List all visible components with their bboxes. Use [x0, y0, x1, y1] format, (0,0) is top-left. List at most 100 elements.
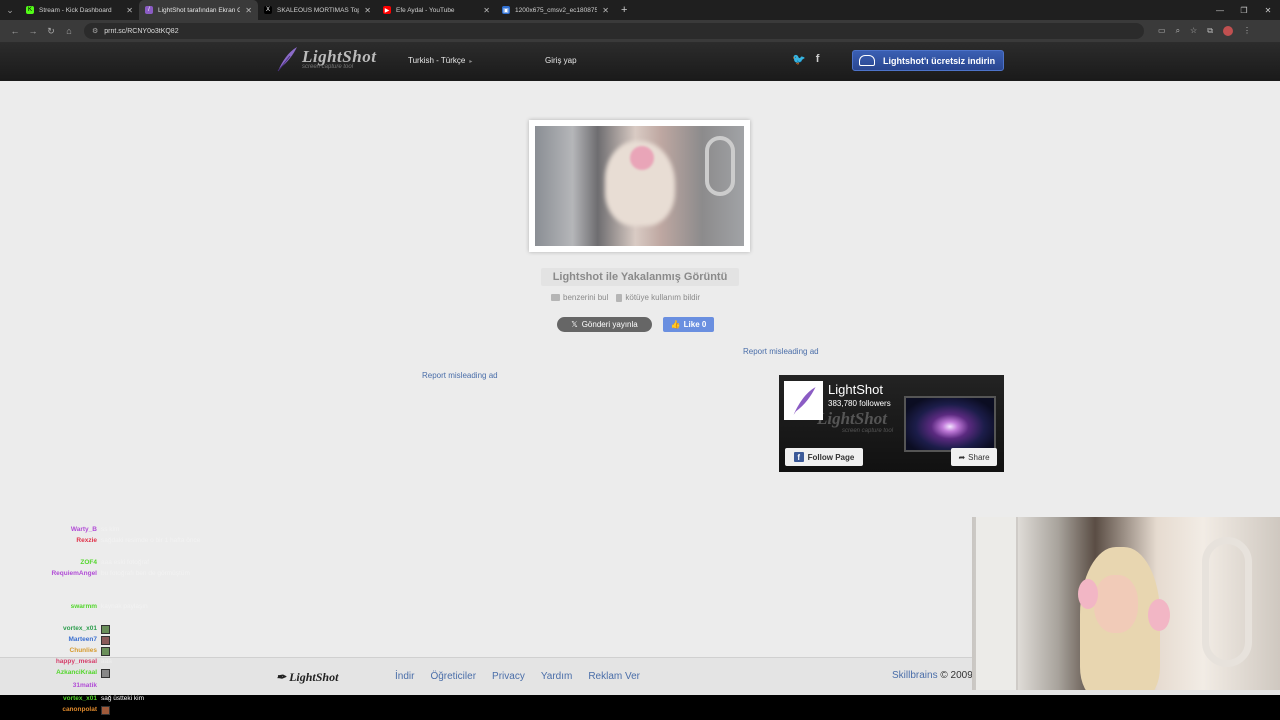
image-icon: ▣ — [502, 6, 510, 14]
tab-x-community[interactable]: X SKALEOUS MORTIMAS Topluluk... ✕ — [258, 0, 377, 20]
page-title: Lightshot ile Yakalanmış Görüntü — [541, 268, 739, 286]
chat-message: bu fotoğrafı ben de görmüştüm — [101, 570, 190, 577]
chat-line: Rexzie sağdaki resimde o bir 1 hafta önce — [0, 537, 270, 548]
tab-youtube[interactable]: ▶ Efe Aydal - YouTube ✕ — [377, 0, 496, 20]
toolbar-icons: ▭ ⌕ ☆ ⧉ ⋮ — [1158, 26, 1251, 36]
youtube-icon: ▶ — [383, 6, 391, 14]
chat-line: 31matik — [0, 682, 270, 693]
chat-line: Marteen7 — [0, 636, 270, 647]
chat-username: 31matik — [72, 682, 97, 689]
emote-icon — [101, 636, 110, 645]
cover-logo-subtitle: screen capture tool — [842, 428, 894, 434]
tab-kick-dashboard[interactable]: K Stream - Kick Dashboard ✕ — [20, 0, 139, 20]
chat-username: canonpolat — [62, 706, 97, 713]
like-label: Like 0 — [683, 320, 707, 329]
feather-icon — [277, 47, 297, 72]
chat-message: sağ üstteki kim — [101, 695, 144, 702]
language-selector[interactable]: Turkish - Türkçe ▸ — [408, 56, 472, 65]
url-field[interactable]: ⚙ prnt.sc/RCNY0o3tKQ82 — [84, 23, 1144, 39]
close-icon[interactable]: ✕ — [245, 6, 252, 15]
forward-icon[interactable]: → — [24, 26, 42, 36]
page-avatar[interactable] — [784, 381, 823, 420]
emote-icon — [101, 647, 110, 656]
download-button[interactable]: Lightshot'ı ücretsiz indirin — [852, 50, 1004, 71]
footer-logo[interactable]: ✒ LightShot — [276, 670, 338, 685]
close-window-icon[interactable]: ✕ — [1256, 0, 1280, 20]
screenshot-image[interactable] — [535, 126, 744, 246]
cloud-download-icon — [859, 55, 875, 66]
tab-title: Efe Aydal - YouTube — [396, 6, 455, 14]
tab-title: LightShot tarafından Ekran Gö... — [158, 6, 241, 14]
cast-icon[interactable]: ▭ — [1158, 26, 1166, 36]
footer-link-advertise[interactable]: Reklam Ver — [588, 671, 640, 682]
chat-message: aaa eski fotoğraf — [101, 559, 150, 566]
x-icon: X — [264, 6, 272, 14]
close-icon[interactable]: ✕ — [126, 6, 133, 15]
back-icon[interactable]: ← — [6, 26, 24, 36]
headphones-icon — [1078, 579, 1098, 609]
report-ad-link[interactable]: Report misleading ad — [743, 347, 819, 356]
report-ad-link[interactable]: Report misleading ad — [422, 371, 498, 380]
chat-line: AzkanciKraal — [0, 669, 270, 680]
footer-link-tutorials[interactable]: Öğreticiler — [430, 671, 476, 682]
chat-username: Rexzie — [76, 537, 97, 544]
chat-username: happy_mesal — [55, 658, 97, 665]
address-bar: ← → ↻ ⌂ ⚙ prnt.sc/RCNY0o3tKQ82 ▭ ⌕ ☆ ⧉ ⋮ — [0, 20, 1280, 42]
chat-message — [101, 682, 261, 693]
report-abuse-link[interactable]: kötüye kullanım bildir — [616, 293, 700, 302]
close-icon[interactable]: ✕ — [602, 6, 609, 15]
close-icon[interactable]: ✕ — [364, 6, 371, 15]
tab-title: 1200x675_cmsv2_ec180875-7c... — [515, 6, 598, 14]
cover-image — [904, 396, 996, 452]
chat-message: kaynak paylaşın — [101, 603, 148, 610]
emote-icon — [101, 669, 110, 678]
reload-icon[interactable]: ↻ — [42, 26, 60, 37]
page-name[interactable]: LightShot — [828, 382, 883, 397]
chat-username: swarmm — [70, 603, 97, 610]
login-link[interactable]: Giriş yap — [545, 56, 577, 65]
footer-link-privacy[interactable]: Privacy — [492, 671, 525, 682]
twitter-icon[interactable]: 🐦 — [792, 53, 806, 66]
image-actions: benzerini bul kötüye kullanım bildir — [551, 293, 700, 302]
find-similar-label: benzerini bul — [563, 293, 609, 302]
lightshot-logo[interactable]: LightShot screen capture tool — [276, 46, 376, 72]
chat-username: vortex_x01 — [63, 695, 97, 702]
footer-logo-text: LightShot — [289, 670, 339, 684]
emote-icon — [101, 706, 110, 715]
profile-avatar[interactable] — [1222, 26, 1233, 36]
tab-lightshot[interactable]: / LightShot tarafından Ekran Gö... ✕ — [139, 0, 258, 20]
facebook-icon[interactable]: f — [816, 53, 820, 66]
chat-line: swarmm kaynak paylaşın — [0, 603, 270, 614]
follow-page-button[interactable]: f Follow Page — [785, 448, 863, 466]
chat-username: Warty_B — [70, 526, 97, 533]
chat-line: canonpolat — [0, 706, 270, 717]
share-label: Share — [968, 452, 990, 462]
facebook-like-button[interactable]: 👍 Like 0 — [663, 317, 714, 332]
new-tab-icon[interactable]: + — [621, 4, 627, 16]
facebook-page-widget[interactable]: LightShot screen capture tool LightShot … — [779, 375, 1004, 472]
bookmark-star-icon[interactable]: ☆ — [1190, 26, 1197, 36]
tab-search-icon[interactable]: ⌄ — [0, 0, 20, 20]
thumbs-up-icon: 👍 — [670, 320, 681, 329]
close-icon[interactable]: ✕ — [483, 6, 490, 15]
chevron-right-icon: ▸ — [469, 59, 473, 65]
home-icon[interactable]: ⌂ — [60, 26, 78, 36]
chat-username: Chunlies — [69, 647, 97, 654]
zoom-icon[interactable]: ⌕ — [1176, 26, 1180, 36]
copyright: Skillbrains © 2009 — [892, 670, 973, 681]
extensions-icon[interactable]: ⧉ — [1207, 26, 1213, 36]
footer-link-help[interactable]: Yardım — [541, 671, 573, 682]
brand-link[interactable]: Skillbrains — [892, 670, 938, 681]
tab-image[interactable]: ▣ 1200x675_cmsv2_ec180875-7c... ✕ — [496, 0, 615, 20]
url-text: prnt.sc/RCNY0o3tKQ82 — [104, 27, 179, 35]
menu-dots-icon[interactable]: ⋮ — [1243, 26, 1251, 36]
footer-link-download[interactable]: İndir — [395, 671, 414, 682]
maximize-icon[interactable]: ❐ — [1232, 0, 1256, 20]
share-button[interactable]: ➦ Share — [951, 448, 997, 466]
tweet-button[interactable]: 𝕏 Gönderi yayınla — [557, 317, 652, 332]
minimize-icon[interactable]: — — [1208, 0, 1232, 20]
chat-username: RequiemAngel — [51, 570, 97, 577]
window-controls: — ❐ ✕ — [1208, 0, 1280, 20]
find-similar-link[interactable]: benzerini bul — [551, 293, 608, 302]
site-info-icon[interactable]: ⚙ — [92, 27, 98, 35]
